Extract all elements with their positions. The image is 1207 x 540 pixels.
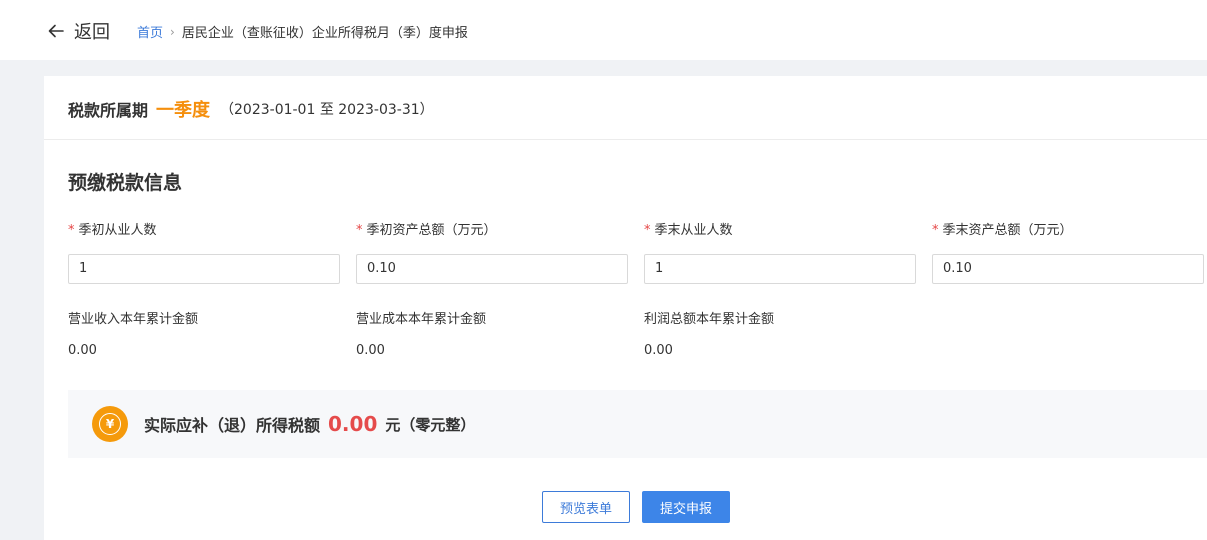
preview-form-button[interactable]: 预览表单 <box>542 491 630 523</box>
field-label-text: 季末资产总额（万元） <box>942 223 1073 238</box>
start-assets-input[interactable]: 0.10 <box>356 254 628 284</box>
back-button[interactable]: 返回 <box>46 18 110 44</box>
top-bar: 返回 首页 › 居民企业（查账征收）企业所得税月（季）度申报 <box>0 0 1207 60</box>
field-end-employees: * 季末从业人数 1 <box>644 222 916 284</box>
back-label: 返回 <box>74 22 110 43</box>
submit-declaration-button[interactable]: 提交申报 <box>642 491 730 523</box>
required-mark: * <box>644 223 651 238</box>
readonly-cost: 营业成本本年累计金额 0.00 <box>356 311 486 358</box>
required-mark: * <box>356 223 363 238</box>
yuan-symbol: ¥ <box>99 413 121 435</box>
arrow-left-icon <box>48 24 64 38</box>
start-employees-input[interactable]: 1 <box>68 254 340 284</box>
summary-amount: 0.00 <box>328 412 378 436</box>
readonly-value: 0.00 <box>356 343 385 358</box>
field-start-employees: * 季初从业人数 1 <box>68 222 340 284</box>
divider <box>44 139 1207 140</box>
breadcrumb-current: 居民企业（查账征收）企业所得税月（季）度申报 <box>181 26 468 41</box>
breadcrumb-home-link[interactable]: 首页 <box>137 22 163 41</box>
field-label: * 季末从业人数 <box>644 222 916 240</box>
readonly-label: 营业成本本年累计金额 <box>356 312 487 327</box>
readonly-label: 利润总额本年累计金额 <box>644 312 775 327</box>
summary-unit: 元（零元整） <box>385 415 476 434</box>
tax-period-range: （2023-01-01 至 2023-03-31） <box>220 102 434 118</box>
field-start-assets: * 季初资产总额（万元） 0.10 <box>356 222 628 284</box>
section-title: 预缴税款信息 <box>68 172 183 194</box>
field-label: * 季末资产总额（万元） <box>932 222 1204 240</box>
field-label: * 季初资产总额（万元） <box>356 222 628 240</box>
tax-period-value: 一季度 <box>156 100 211 121</box>
tax-period: 税款所属期 一季度 （2023-01-01 至 2023-03-31） <box>68 96 434 122</box>
readonly-revenue: 营业收入本年累计金额 0.00 <box>68 311 198 358</box>
tax-period-label: 税款所属期 <box>68 101 149 120</box>
readonly-label: 营业收入本年累计金额 <box>68 312 199 327</box>
tax-summary-panel: ¥ 实际应补（退）所得税额 0.00 元（零元整） <box>68 390 1207 458</box>
readonly-value: 0.00 <box>644 343 673 358</box>
field-label-text: 季末从业人数 <box>654 223 733 238</box>
summary-label: 实际应补（退）所得税额 <box>144 416 321 435</box>
field-end-assets: * 季末资产总额（万元） 0.10 <box>932 222 1204 284</box>
field-label-text: 季初从业人数 <box>78 223 157 238</box>
readonly-value: 0.00 <box>68 343 97 358</box>
yuan-coin-icon: ¥ <box>92 406 128 442</box>
required-mark: * <box>932 223 939 238</box>
required-mark: * <box>68 223 75 238</box>
field-label: * 季初从业人数 <box>68 222 340 240</box>
readonly-profit: 利润总额本年累计金额 0.00 <box>644 311 774 358</box>
breadcrumb: 首页 › 居民企业（查账征收）企业所得税月（季）度申报 <box>137 22 468 42</box>
field-label-text: 季初资产总额（万元） <box>366 223 497 238</box>
breadcrumb-separator: › <box>170 24 175 39</box>
declaration-card: 税款所属期 一季度 （2023-01-01 至 2023-03-31） 预缴税款… <box>44 76 1207 540</box>
end-assets-input[interactable]: 0.10 <box>932 254 1204 284</box>
end-employees-input[interactable]: 1 <box>644 254 916 284</box>
